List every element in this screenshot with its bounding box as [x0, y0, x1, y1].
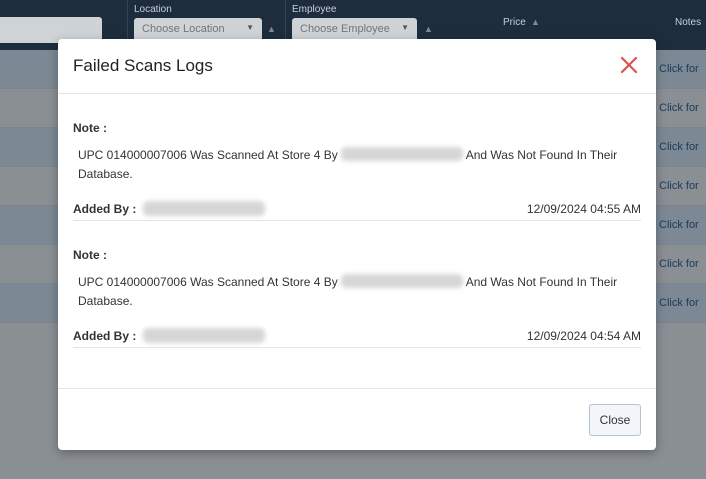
redacted-user: [143, 328, 265, 343]
note-text: UPC 014000007006 Was Scanned At Store 4 …: [78, 273, 633, 311]
location-select-value: Choose Location: [142, 23, 225, 35]
note-label: Note :: [73, 121, 107, 135]
redacted-name: [341, 147, 464, 161]
close-icon[interactable]: [618, 54, 640, 76]
price-column-header[interactable]: Price: [503, 17, 526, 28]
notes-link[interactable]: Click for: [659, 258, 699, 270]
location-filter-label: Location: [134, 4, 172, 15]
note-text-start: UPC 014000007006 Was Scanned At Store 4 …: [78, 275, 342, 289]
sort-icon[interactable]: ▲: [267, 24, 276, 34]
chevron-down-icon: ▼: [401, 23, 409, 32]
note-label: Note :: [73, 248, 107, 262]
notes-link[interactable]: Click for: [659, 297, 699, 309]
notes-link[interactable]: Click for: [659, 219, 699, 231]
close-button[interactable]: Close: [589, 404, 641, 436]
timestamp: 12/09/2024 04:55 AM: [526, 202, 641, 216]
modal-title: Failed Scans Logs: [73, 56, 213, 75]
modal-header: Failed Scans Logs: [58, 39, 656, 94]
notes-link[interactable]: Click for: [659, 180, 699, 192]
modal-footer: Close: [58, 388, 656, 450]
chevron-down-icon: ▼: [246, 23, 254, 32]
notes-link[interactable]: Click for: [659, 141, 699, 153]
added-by-label: Added By :: [73, 202, 137, 216]
sort-icon[interactable]: ▲: [424, 24, 433, 34]
employee-select-value: Choose Employee: [300, 23, 390, 35]
timestamp: 12/09/2024 04:54 AM: [526, 329, 641, 343]
sort-icon[interactable]: ▲: [531, 17, 540, 27]
failed-scans-modal: Failed Scans Logs Note : UPC 01400000700…: [58, 39, 656, 450]
notes-link[interactable]: Click for: [659, 63, 699, 75]
redacted-user: [143, 201, 265, 216]
log-entry: Note : UPC 014000007006 Was Scanned At S…: [73, 94, 641, 221]
log-entry: Note : UPC 014000007006 Was Scanned At S…: [73, 221, 641, 348]
employee-filter-label: Employee: [292, 4, 337, 15]
added-by-label: Added By :: [73, 329, 137, 343]
note-text: UPC 014000007006 Was Scanned At Store 4 …: [78, 146, 633, 184]
note-text-start: UPC 014000007006 Was Scanned At Store 4 …: [78, 148, 342, 162]
modal-body: Note : UPC 014000007006 Was Scanned At S…: [73, 94, 641, 348]
redacted-name: [341, 274, 464, 288]
notes-column-header: Notes: [675, 17, 702, 28]
notes-link[interactable]: Click for: [659, 102, 699, 114]
